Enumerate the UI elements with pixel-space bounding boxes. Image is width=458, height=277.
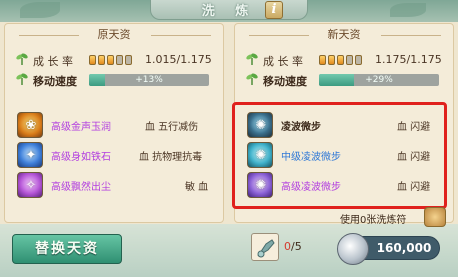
growth-pip [98, 55, 105, 65]
decorative-leaf [390, 3, 426, 17]
growth-label: 成 长 率 [33, 55, 73, 68]
move-speed-value: +29% [365, 75, 393, 85]
growth-pip [125, 55, 132, 65]
move-speed-label: 移动速度 [263, 75, 307, 88]
growth-pip [89, 55, 96, 65]
refine-stone-icon [257, 239, 275, 258]
sprout-icon [246, 53, 258, 65]
growth-pip [116, 55, 123, 65]
sprout-icon [16, 53, 28, 65]
skill-type: 血 抗物理抗毒 [139, 152, 203, 163]
sprout-icon [16, 73, 28, 85]
skill-row[interactable]: ❀ 高级金声玉润 血 五行减伤 [17, 112, 217, 140]
growth-pip [346, 55, 353, 65]
replace-aptitude-button[interactable]: 替换天资 [12, 234, 122, 264]
move-speed-bar: +29% [319, 74, 439, 86]
refine-stone-slot[interactable] [251, 233, 279, 261]
silver-coin-icon [337, 233, 369, 265]
growth-pips [319, 55, 362, 65]
original-aptitude-panel: 原天资 成 长 率 1.015/1.175 移动速度 +13% ❀ 高级金声玉润… [4, 23, 224, 223]
stone-max: /5 [291, 240, 302, 253]
stone-current: 0 [284, 240, 291, 253]
gold-skill-icon: ❀ [17, 112, 43, 138]
growth-pip [319, 55, 326, 65]
purple-skill-icon: ✧ [17, 172, 43, 198]
decorative-leaf [20, 2, 60, 18]
blue-skill-icon: ✦ [17, 142, 43, 168]
skill-row[interactable]: ✧ 高级飘然出尘 敏 血 [17, 172, 217, 200]
skill-name: 高级金声玉润 [51, 122, 111, 133]
growth-label: 成 长 率 [263, 55, 303, 68]
refine-stone-count: 0/5 [284, 240, 302, 253]
growth-value: 1.015/1.175 [145, 53, 212, 66]
new-skills-highlight [232, 102, 447, 209]
move-speed-label: 移动速度 [33, 75, 77, 88]
skill-type: 血 五行减伤 [145, 122, 199, 133]
silver-balance: 160,000 [337, 233, 440, 265]
growth-pip [328, 55, 335, 65]
sprout-icon [246, 73, 258, 85]
skill-name: 高级身如铁石 [51, 152, 111, 163]
growth-pips [89, 55, 132, 65]
move-speed-value: +13% [135, 75, 163, 85]
skill-type: 敏 血 [185, 182, 209, 193]
growth-pip [355, 55, 362, 65]
header-divider [151, 35, 211, 36]
growth-pip [107, 55, 114, 65]
skill-name: 高级飘然出尘 [51, 182, 111, 193]
silver-amount: 160,000 [376, 241, 432, 255]
move-speed-bar: +13% [89, 74, 209, 86]
growth-value: 1.175/1.175 [375, 53, 442, 66]
wash-charm-usage: 使用0张洗炼符 [340, 215, 407, 226]
info-icon[interactable]: i [265, 1, 283, 19]
header-divider [381, 35, 441, 36]
window-title: 洗 炼 [201, 4, 257, 19]
wash-charm-icon[interactable] [424, 207, 446, 227]
window-title-plate: 洗 炼 [150, 0, 308, 20]
skill-row[interactable]: ✦ 高级身如铁石 血 抗物理抗毒 [17, 142, 217, 170]
growth-pip [337, 55, 344, 65]
